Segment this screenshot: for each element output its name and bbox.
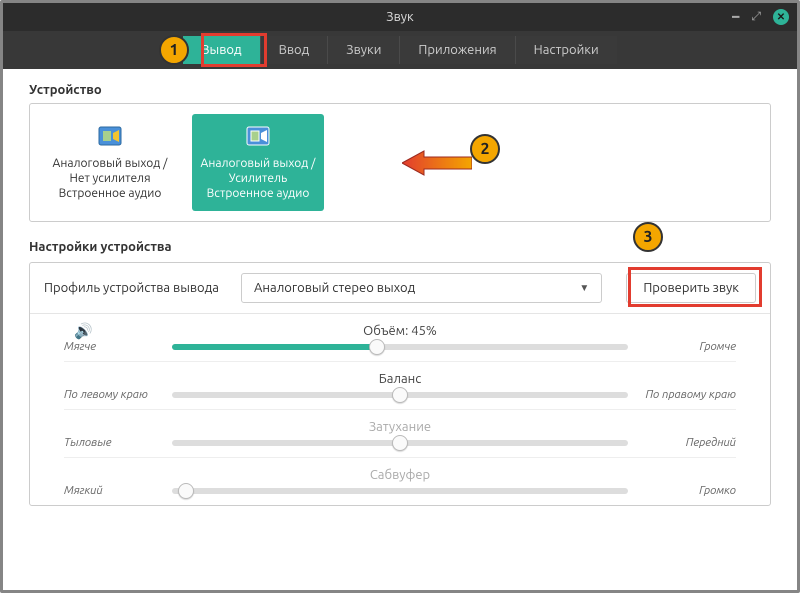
slider-volume: 🔊 Объём: 45% Мягче Громче (64, 324, 736, 362)
annotation-callout-1: 1 (159, 35, 189, 65)
device-card-active[interactable]: Аналоговый выход / УсилительВстроенное а… (192, 114, 324, 211)
window-controls: ━ ⤢ ✕ (732, 3, 789, 31)
slider-balance-right-label: По правому краю (638, 388, 736, 401)
tab-bar: Вывод Ввод Звуки Приложения Настройки 1 (3, 31, 797, 69)
annotation-callout-2: 2 (470, 134, 500, 164)
annotation-redbox-3 (628, 267, 762, 307)
slider-volume-track[interactable] (172, 344, 628, 350)
slider-balance-left-label: По левому краю (64, 388, 162, 401)
device-card-inactive[interactable]: Аналоговый выход / Нет усилителяВстроенн… (44, 114, 176, 211)
tab-input[interactable]: Ввод (261, 36, 329, 64)
minimize-button[interactable]: ━ (732, 10, 739, 24)
device-settings-panel: Профиль устройства вывода Аналоговый сте… (29, 262, 771, 506)
slider-balance-track[interactable] (172, 392, 628, 398)
slider-fade: Затухание Тыловые Передний (64, 420, 736, 458)
device-label-2: Аналоговый выход / УсилительВстроенное а… (198, 156, 318, 201)
slider-sub-loud-label: Громко (638, 484, 736, 497)
title-bar: Звук ━ ⤢ ✕ (3, 3, 797, 31)
section-title-device: Устройство (29, 83, 771, 97)
slider-fade-track (172, 440, 628, 446)
speaker-icon: 🔊 (74, 322, 93, 340)
profile-selected: Аналоговый стерео выход (254, 281, 415, 295)
slider-fade-rear-label: Тыловые (64, 436, 162, 449)
slider-subwoofer: Сабвуфер Мягкий Громко (64, 468, 736, 497)
slider-sub-soft-label: Мягкий (64, 484, 162, 497)
device-label-1: Аналоговый выход / Нет усилителяВстроенн… (50, 156, 170, 201)
tab-applications[interactable]: Приложения (400, 36, 515, 64)
device-list: Аналоговый выход / Нет усилителяВстроенн… (29, 103, 771, 222)
slider-balance: Баланс По левому краю По правому краю (64, 372, 736, 410)
profile-dropdown[interactable]: Аналоговый стерео выход ▼ (241, 273, 602, 303)
tab-settings[interactable]: Настройки (516, 36, 617, 64)
profile-label: Профиль устройства вывода (44, 281, 219, 295)
content-area: Устройство Аналоговый выход / Нет усилит… (3, 69, 797, 516)
slider-volume-min-label: Мягче (64, 340, 162, 353)
annotation-arrow (402, 148, 472, 181)
tab-sounds[interactable]: Звуки (328, 36, 400, 64)
soundcard-icon (96, 124, 124, 152)
close-button[interactable]: ✕ (773, 9, 789, 25)
annotation-redbox-1 (201, 33, 267, 67)
slider-subwoofer-track (172, 488, 628, 494)
slider-fade-front-label: Передний (638, 436, 736, 449)
maximize-button[interactable]: ⤢ (751, 10, 761, 24)
chevron-down-icon: ▼ (579, 282, 589, 294)
slider-volume-max-label: Громче (638, 340, 736, 353)
window-title: Звук (386, 10, 413, 24)
soundcard-icon (244, 124, 272, 152)
annotation-callout-3: 3 (633, 222, 663, 252)
